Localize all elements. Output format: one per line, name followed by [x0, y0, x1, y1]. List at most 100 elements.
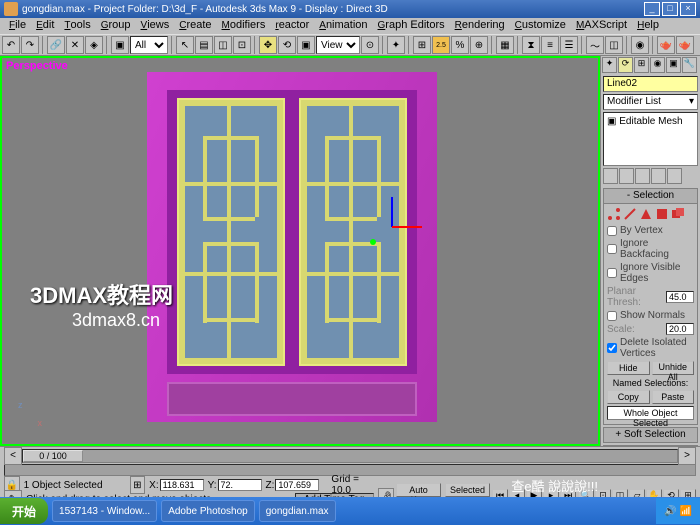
- ignore-visible-edges-checkbox[interactable]: [607, 268, 617, 278]
- time-slider[interactable]: 0 / 100: [22, 449, 678, 463]
- scale-button[interactable]: ▣: [297, 36, 315, 54]
- x-coord-field[interactable]: 118.631: [160, 479, 204, 491]
- select-name-button[interactable]: ▤: [195, 36, 213, 54]
- ignore-backfacing-checkbox[interactable]: [607, 244, 617, 254]
- selected-button[interactable]: Selected: [445, 483, 490, 497]
- stack-item[interactable]: ▣ Editable Mesh: [606, 115, 695, 128]
- select-object-button[interactable]: ↖: [176, 36, 194, 54]
- remove-mod-button[interactable]: [651, 168, 666, 184]
- align-button[interactable]: ≡: [541, 36, 559, 54]
- selection-rollout-header[interactable]: - Selection: [603, 188, 698, 204]
- window-crossing-button[interactable]: ⊡: [233, 36, 251, 54]
- taskbar-item[interactable]: gongdian.max: [259, 500, 336, 522]
- menu-graph editors[interactable]: Graph Editors: [373, 18, 450, 34]
- create-tab[interactable]: ✦: [602, 57, 617, 73]
- hierarchy-tab[interactable]: ⊞: [634, 57, 649, 73]
- rotate-button[interactable]: ⟲: [278, 36, 296, 54]
- layers-button[interactable]: ☰: [560, 36, 578, 54]
- named-sel-button[interactable]: ▦: [496, 36, 514, 54]
- time-next-button[interactable]: >: [678, 447, 696, 465]
- minimize-button[interactable]: _: [644, 2, 660, 16]
- scale-spinner[interactable]: 20.0: [666, 323, 694, 335]
- taskbar-item[interactable]: Adobe Photoshop: [161, 500, 255, 522]
- absolute-mode-button[interactable]: ⊞: [130, 476, 146, 494]
- select-button[interactable]: ▣: [111, 36, 129, 54]
- pin-stack-button[interactable]: [603, 168, 618, 184]
- render-scene-button[interactable]: 🫖: [657, 36, 675, 54]
- edge-subobj-icon[interactable]: [623, 207, 637, 221]
- quick-render-button[interactable]: 🫖: [676, 36, 694, 54]
- unique-button[interactable]: [635, 168, 650, 184]
- select-region-button[interactable]: ◫: [214, 36, 232, 54]
- modifier-list-dropdown[interactable]: Modifier List▾: [603, 94, 698, 110]
- menu-animation[interactable]: Animation: [314, 18, 372, 34]
- corner-watermark: 查e酷 說說說!!!: [511, 476, 598, 495]
- paste-sel-button[interactable]: Paste: [652, 390, 695, 404]
- schematic-button[interactable]: ◫: [605, 36, 623, 54]
- auto-key-button[interactable]: Auto Key: [396, 483, 441, 497]
- unlink-button[interactable]: ✕: [66, 36, 84, 54]
- watermark-url: 3dmax8.cn: [72, 310, 160, 331]
- start-button[interactable]: 开始: [0, 498, 48, 524]
- time-config-button[interactable]: <: [4, 447, 22, 465]
- system-tray[interactable]: 🔊 📶: [656, 498, 700, 524]
- taskbar-item[interactable]: 1537143 - Window...: [52, 500, 157, 522]
- menu-tools[interactable]: Tools: [59, 18, 95, 34]
- spinner-snap-button[interactable]: ⊕: [470, 36, 488, 54]
- menu-help[interactable]: Help: [632, 18, 664, 34]
- menu-modifiers[interactable]: Modifiers: [217, 18, 271, 34]
- display-tab[interactable]: ▣: [666, 57, 681, 73]
- by-vertex-checkbox[interactable]: [607, 226, 617, 236]
- y-coord-field[interactable]: 72.: [218, 479, 262, 491]
- configure-button[interactable]: [667, 168, 682, 184]
- redo-button[interactable]: ↷: [21, 36, 39, 54]
- soft-selection-rollout[interactable]: + Soft Selection: [603, 427, 698, 443]
- motion-tab[interactable]: ◉: [650, 57, 665, 73]
- menu-file[interactable]: File: [4, 18, 31, 34]
- menu-create[interactable]: Create: [174, 18, 216, 34]
- percent-snap-button[interactable]: %: [451, 36, 469, 54]
- ref-coord-system[interactable]: View: [316, 36, 360, 54]
- delete-isolated-checkbox[interactable]: [607, 343, 617, 353]
- menu-maxscript[interactable]: MAXScript: [571, 18, 632, 34]
- app-icon: [4, 2, 18, 16]
- angle-snap-button[interactable]: 2.5: [432, 36, 450, 54]
- modify-tab[interactable]: ⟳: [618, 57, 633, 73]
- show-normals-checkbox[interactable]: [607, 311, 617, 321]
- utilities-tab[interactable]: 🔧: [682, 57, 697, 73]
- move-button[interactable]: ✥: [259, 36, 277, 54]
- undo-button[interactable]: ↶: [2, 36, 20, 54]
- menu-customize[interactable]: Customize: [510, 18, 571, 34]
- mirror-button[interactable]: ⧗: [522, 36, 540, 54]
- bind-button[interactable]: ◈: [85, 36, 103, 54]
- element-subobj-icon[interactable]: [671, 207, 685, 221]
- maximize-button[interactable]: □: [662, 2, 678, 16]
- menu-rendering[interactable]: Rendering: [450, 18, 510, 34]
- menu-edit[interactable]: Edit: [31, 18, 59, 34]
- modifier-stack[interactable]: ▣ Editable Mesh: [603, 112, 698, 166]
- perspective-viewport[interactable]: Perspective: [0, 56, 600, 446]
- copy-sel-button[interactable]: Copy: [607, 390, 650, 404]
- hide-button[interactable]: Hide: [607, 361, 650, 375]
- snap-toggle-button[interactable]: ⊞: [413, 36, 431, 54]
- material-editor-button[interactable]: ◉: [631, 36, 649, 54]
- manipulate-button[interactable]: ✦: [387, 36, 405, 54]
- vertex-subobj-icon[interactable]: [607, 207, 621, 221]
- transform-gizmo[interactable]: [362, 197, 422, 257]
- face-subobj-icon[interactable]: [639, 207, 653, 221]
- menu-group[interactable]: Group: [96, 18, 136, 34]
- show-result-button[interactable]: [619, 168, 634, 184]
- menu-reactor[interactable]: reactor: [270, 18, 314, 34]
- link-button[interactable]: 🔗: [47, 36, 65, 54]
- curve-editor-button[interactable]: 〜: [586, 36, 604, 54]
- object-name-field[interactable]: Line02: [603, 76, 698, 92]
- menu-bar: FileEditToolsGroupViewsCreateModifiersre…: [0, 18, 700, 34]
- unhide-all-button[interactable]: Unhide All: [652, 361, 695, 375]
- selection-filter[interactable]: All: [130, 36, 168, 54]
- menu-views[interactable]: Views: [136, 18, 175, 34]
- pivot-button[interactable]: ⊙: [361, 36, 379, 54]
- close-button[interactable]: ×: [680, 2, 696, 16]
- z-coord-field[interactable]: 107.659: [275, 479, 319, 491]
- polygon-subobj-icon[interactable]: [655, 207, 669, 221]
- planar-thresh-spinner[interactable]: 45.0: [666, 291, 694, 303]
